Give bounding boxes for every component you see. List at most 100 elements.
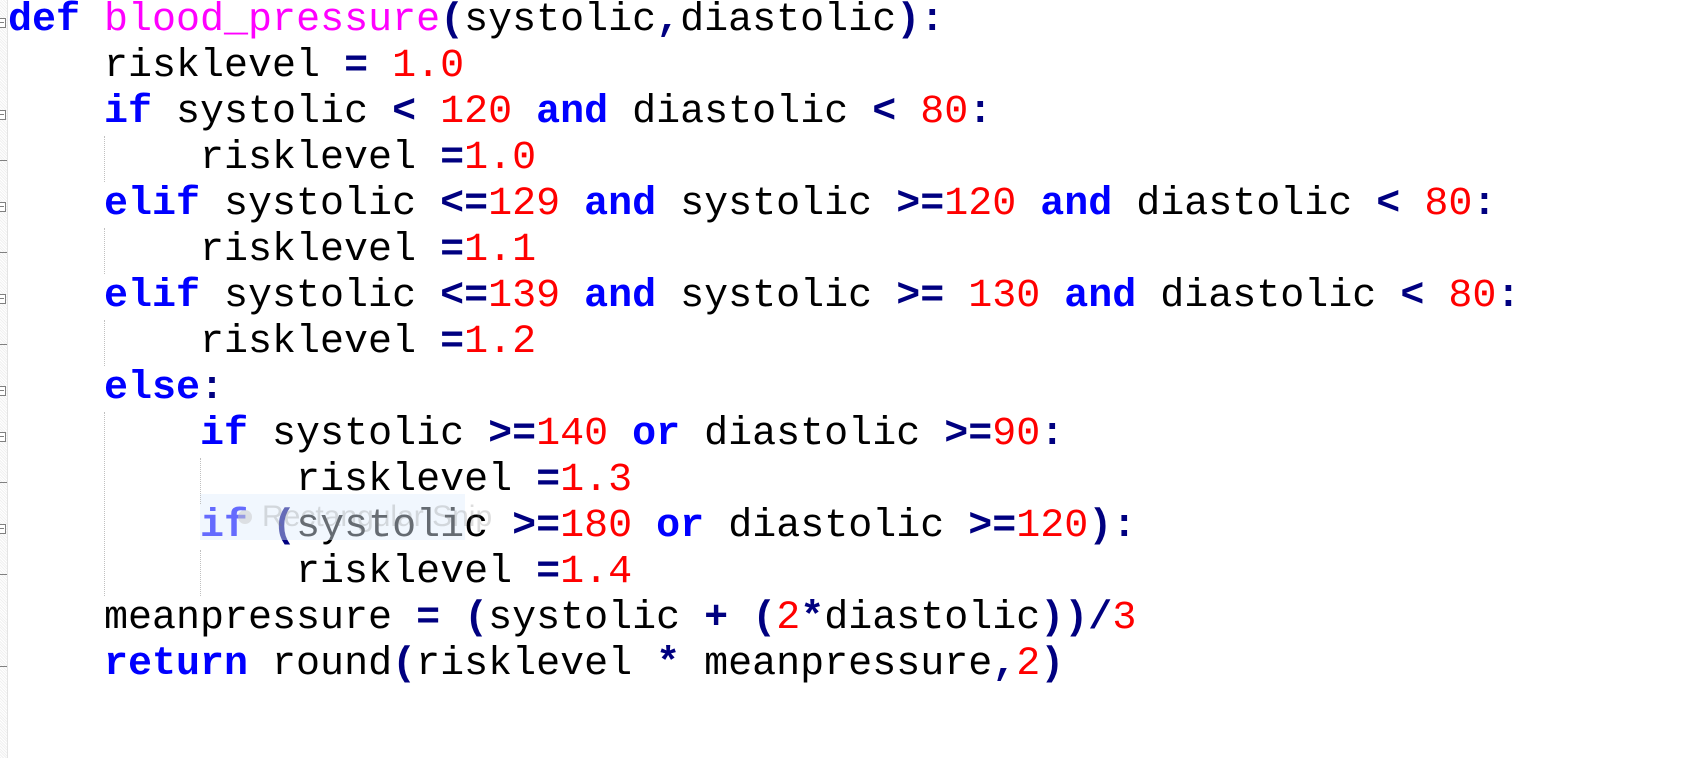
keyword: elif (104, 182, 201, 227)
code-line[interactable]: if (systolic >=180 or diastolic >=120): (8, 504, 1136, 550)
fold-collapse-icon[interactable] (0, 18, 6, 28)
operator: >= (512, 504, 561, 549)
code-line[interactable]: elif systolic <=129 and systolic >=120 a… (8, 182, 1496, 228)
code-text: systolic (248, 412, 489, 457)
operator: = (536, 550, 561, 595)
number-literal: 80 (1424, 182, 1473, 227)
operator: ( (392, 642, 417, 687)
code-text: diastolic (680, 412, 945, 457)
fold-end-marker (0, 574, 7, 575)
number-literal: 1.2 (464, 320, 537, 365)
number-literal: 140 (536, 412, 609, 457)
code-text: diastolic (1112, 182, 1377, 227)
operator: = (416, 596, 441, 641)
code-text: systolic (656, 274, 897, 319)
fold-collapse-icon[interactable] (0, 524, 6, 534)
number-literal: 1.4 (560, 550, 633, 595)
operator: * (656, 642, 681, 687)
code-line[interactable]: meanpressure = (systolic + (2*diastolic)… (8, 596, 1136, 642)
code-text: diastolic (608, 90, 873, 135)
code-line[interactable]: risklevel = 1.0 (8, 44, 464, 90)
code-text: systolic (200, 182, 441, 227)
code-line[interactable]: elif systolic <=139 and systolic >= 130 … (8, 274, 1520, 320)
number-literal: 90 (992, 412, 1041, 457)
operator: ( (752, 596, 777, 641)
fold-end-marker (0, 344, 7, 345)
code-text: systolic (488, 596, 705, 641)
code-text: risklevel (8, 44, 345, 89)
number-literal: 139 (488, 274, 561, 319)
fold-collapse-icon[interactable] (0, 386, 6, 396)
operator: >= (896, 274, 945, 319)
keyword: and (584, 182, 657, 227)
number-literal: 120 (944, 182, 1017, 227)
fold-end-marker (0, 160, 7, 161)
number-literal: 80 (1448, 274, 1497, 319)
operator: : (968, 90, 993, 135)
number-literal: 120 (440, 90, 513, 135)
operator: ): (1088, 504, 1137, 549)
operator: <= (440, 182, 489, 227)
keyword: else (104, 366, 201, 411)
code-line[interactable]: risklevel =1.4 (8, 550, 632, 596)
snip-label: Rectangular Snip (262, 500, 493, 533)
keyword: and (1040, 182, 1113, 227)
number-literal: 1.3 (560, 458, 633, 503)
code-line[interactable]: else: (8, 366, 224, 412)
number-literal: 1.0 (464, 136, 537, 181)
keyword: def (8, 0, 81, 43)
operator: : (1472, 182, 1497, 227)
code-text: meanpressure (680, 642, 993, 687)
indent-guide (104, 320, 105, 366)
operator: >= (968, 504, 1017, 549)
operator: ): (896, 0, 945, 43)
code-text: systolic (200, 274, 441, 319)
operator: + (704, 596, 729, 641)
operator: : (1496, 274, 1521, 319)
operator: ))/ (1040, 596, 1113, 641)
operator: >= (896, 182, 945, 227)
code-line[interactable]: risklevel =1.1 (8, 228, 536, 274)
operator: ) (1040, 642, 1065, 687)
fold-collapse-icon[interactable] (0, 432, 6, 442)
code-line[interactable]: risklevel =1.2 (8, 320, 536, 366)
code-line[interactable]: risklevel =1.0 (8, 136, 536, 182)
code-line[interactable]: return round(risklevel * meanpressure,2) (8, 642, 1064, 688)
code-line[interactable]: if systolic < 120 and diastolic < 80: (8, 90, 992, 136)
number-literal: 130 (968, 274, 1041, 319)
code-text: risklevel (8, 320, 441, 365)
operator: >= (944, 412, 993, 457)
fold-collapse-icon[interactable] (0, 202, 6, 212)
operator: < (872, 90, 897, 135)
operator: , (656, 0, 681, 43)
number-literal: 1.1 (464, 228, 537, 273)
number-literal: 2 (1016, 642, 1041, 687)
operator: = (440, 228, 465, 273)
operator: <= (440, 274, 489, 319)
number-literal: 120 (1016, 504, 1089, 549)
code-text: diastolic (824, 596, 1041, 641)
operator: , (992, 642, 1017, 687)
fold-collapse-icon[interactable] (0, 110, 6, 120)
indent-guide (104, 228, 105, 274)
code-text: meanpressure (8, 596, 417, 641)
operator: < (1376, 182, 1401, 227)
operator: ( (440, 0, 465, 43)
number-literal: 2 (776, 596, 801, 641)
code-line[interactable]: if systolic >=140 or diastolic >=90: (8, 412, 1064, 458)
code-line[interactable]: def blood_pressure(systolic,diastolic): (8, 0, 944, 44)
fold-collapse-icon[interactable] (0, 294, 6, 304)
number-literal: 80 (920, 90, 969, 135)
